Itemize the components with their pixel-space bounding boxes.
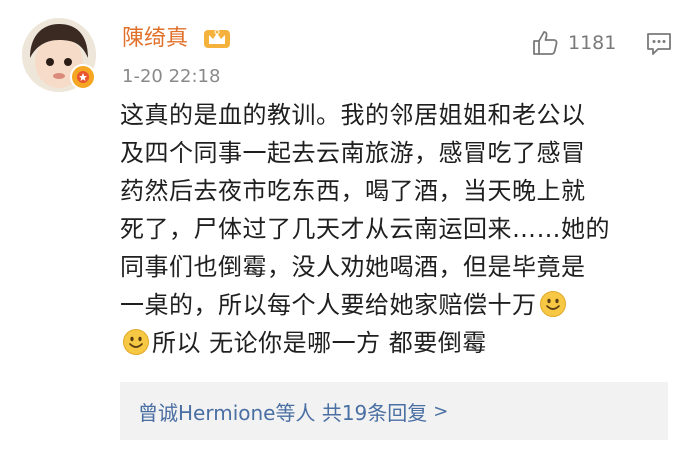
smiley-emoji-icon (539, 291, 566, 317)
view-replies-link[interactable]: 曾诚Hermione等人 共19条回复 > (120, 382, 668, 440)
like-count: 1181 (568, 32, 617, 54)
comment-line-with-emoji: 一桌的，所以每个人要给她家赔偿十万 (120, 286, 668, 324)
chevron-right-icon: > (433, 400, 449, 422)
comment-line-text: 所以 无论你是哪一方 都要倒霉 (152, 329, 487, 357)
crown-vip-icon (203, 26, 231, 50)
comment-line-text: 一桌的，所以每个人要给她家赔偿十万 (120, 291, 537, 319)
comment-line: 这真的是血的教训。我的邻居姐姐和老公以 (120, 101, 586, 129)
verified-badge-icon (70, 64, 96, 90)
comment-timestamp: 1-20 22:18 (122, 66, 221, 87)
replies-label: 曾诚Hermione等人 共19条回复 (138, 400, 428, 425)
comment-line: 死了，尸体过了几天才从云南运回来……她的 (120, 215, 610, 243)
comment-line: 同事们也倒霉，没人劝她喝酒，但是毕竟是 (120, 253, 586, 281)
comment-author[interactable]: 陳绮真 (122, 25, 188, 53)
comment-line: 及四个同事一起去云南旅游，感冒吃了感冒 (120, 139, 586, 167)
comment-bubble-icon (647, 33, 671, 55)
smiley-emoji-icon (123, 329, 149, 355)
comment-body: 这真的是血的教训。我的邻居姐姐和老公以 及四个同事一起去云南旅游，感冒吃了感冒 … (120, 96, 668, 362)
like-button[interactable]: 1181 (530, 28, 616, 58)
thumbs-up-icon (533, 31, 558, 55)
comment-line-with-emoji: 所以 无论你是哪一方 都要倒霉 (120, 324, 668, 362)
reply-button[interactable] (645, 31, 673, 57)
comment-line: 药然后去夜市吃东西，喝了酒，当天晚上就 (120, 177, 586, 205)
